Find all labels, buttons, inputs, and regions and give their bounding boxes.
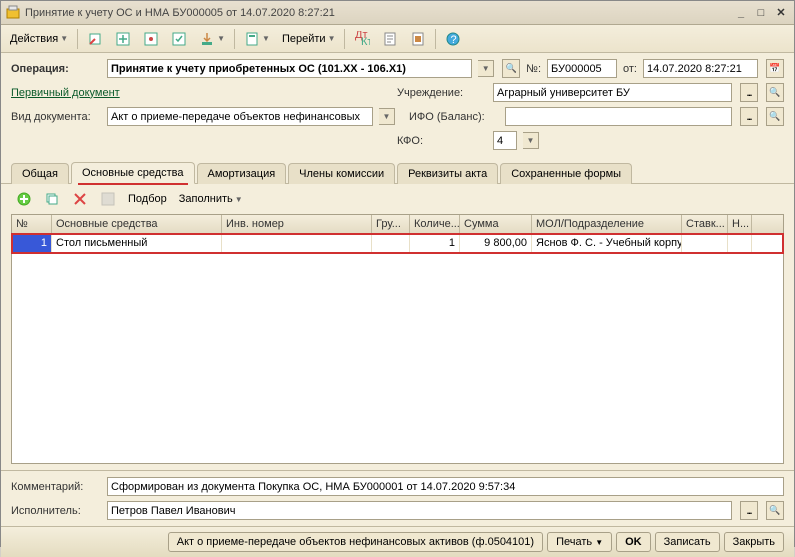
tab-amort[interactable]: Амортизация: [197, 163, 287, 184]
help-icon[interactable]: ?: [440, 28, 466, 50]
print-menu[interactable]: Печать ▼: [547, 532, 612, 552]
col-header[interactable]: №: [12, 215, 52, 233]
comment-label: Комментарий:: [11, 481, 101, 493]
fill-menu[interactable]: Заполнить▼: [174, 188, 248, 210]
operation-dropdown[interactable]: ▼: [478, 60, 494, 77]
close-form-button[interactable]: Закрыть: [724, 532, 784, 552]
svg-text:?: ?: [451, 34, 457, 46]
col-header[interactable]: МОЛ/Подразделение: [532, 215, 682, 233]
close-button[interactable]: ✕: [772, 5, 790, 21]
tab-requisites[interactable]: Реквизиты акта: [397, 163, 498, 184]
num-input[interactable]: БУ000005: [547, 59, 617, 78]
tb-icon-6[interactable]: ▼: [239, 28, 275, 50]
kfo-dropdown[interactable]: ▼: [523, 132, 539, 149]
cell[interactable]: 1: [12, 234, 52, 252]
doc-type-label: Вид документа:: [11, 111, 101, 123]
tb-icon-7[interactable]: [377, 28, 403, 50]
date-calendar-icon[interactable]: 📅: [766, 59, 784, 78]
window-title: Принятие к учету ОС и НМА БУ000005 от 14…: [25, 7, 730, 19]
cell[interactable]: 1: [410, 234, 460, 252]
podbor-button[interactable]: Подбор: [123, 188, 172, 210]
tb-icon-1[interactable]: [82, 28, 108, 50]
minimize-button[interactable]: _: [732, 5, 750, 21]
operation-label: Операция:: [11, 63, 101, 75]
kfo-label: КФО:: [397, 135, 487, 147]
table-row[interactable]: 1Стол письменный19 800,00Яснов Ф. С. - У…: [12, 234, 783, 253]
ok-button[interactable]: OK: [616, 532, 651, 552]
tb-icon-5[interactable]: ▼: [194, 28, 230, 50]
executor-search-icon[interactable]: 🔍: [766, 501, 784, 520]
col-header[interactable]: Гру...: [372, 215, 410, 233]
app-icon: [5, 5, 21, 21]
executor-label: Исполнитель:: [11, 505, 101, 517]
col-header[interactable]: Ставк...: [682, 215, 728, 233]
col-header[interactable]: Н...: [728, 215, 752, 233]
tb-icon-8[interactable]: [405, 28, 431, 50]
comment-input[interactable]: Сформирован из документа Покупка ОС, НМА…: [107, 477, 784, 496]
actions-menu[interactable]: Действия▼: [5, 28, 73, 50]
uchr-input[interactable]: Аграрный университет БУ: [493, 83, 732, 102]
cell[interactable]: Стол письменный: [52, 234, 222, 252]
ifo-label: ИФО (Баланс):: [409, 111, 499, 123]
uchr-select-button[interactable]: ...: [740, 83, 758, 102]
delete-row-icon[interactable]: [67, 188, 93, 210]
settings-icon[interactable]: [95, 188, 121, 210]
tb-icon-2[interactable]: [110, 28, 136, 50]
goto-menu[interactable]: Перейти▼: [277, 28, 341, 50]
cell[interactable]: 9 800,00: [460, 234, 532, 252]
uchr-label: Учреждение:: [397, 87, 487, 99]
operation-input[interactable]: Принятие к учету приобретенных ОС (101.Х…: [107, 59, 472, 78]
tb-icon-3[interactable]: [138, 28, 164, 50]
tab-bar: Общая Основные средства Амортизация Член…: [1, 161, 794, 183]
cell[interactable]: [372, 234, 410, 252]
date-input[interactable]: 14.07.2020 8:27:21: [643, 59, 758, 78]
svg-text:Кт: Кт: [361, 36, 370, 47]
maximize-button[interactable]: □: [752, 5, 770, 21]
col-header[interactable]: Количе...: [410, 215, 460, 233]
cell[interactable]: Яснов Ф. С. - Учебный корпус: [532, 234, 682, 252]
cell[interactable]: [682, 234, 728, 252]
col-header[interactable]: Сумма: [460, 215, 532, 233]
col-header[interactable]: Основные средства: [52, 215, 222, 233]
doc-type-dropdown[interactable]: ▼: [379, 108, 395, 125]
ifo-input[interactable]: [505, 107, 732, 126]
uchr-search-icon[interactable]: 🔍: [766, 83, 784, 102]
executor-select-button[interactable]: ...: [740, 501, 758, 520]
cell[interactable]: [728, 234, 752, 252]
num-label: №:: [526, 63, 541, 75]
copy-row-icon[interactable]: [39, 188, 65, 210]
act-button[interactable]: Акт о приеме-передаче объектов нефинансо…: [168, 532, 543, 552]
executor-input[interactable]: Петров Павел Иванович: [107, 501, 732, 520]
tab-os[interactable]: Основные средства: [71, 162, 195, 184]
ifo-search-icon[interactable]: 🔍: [766, 107, 784, 126]
date-label: от:: [623, 63, 637, 75]
os-grid: №Основные средстваИнв. номерГру...Количе…: [11, 214, 784, 464]
kfo-input[interactable]: 4: [493, 131, 517, 150]
tab-commission[interactable]: Члены комиссии: [288, 163, 395, 184]
tb-dtkt-icon[interactable]: ДтКт: [349, 28, 375, 50]
save-button[interactable]: Записать: [655, 532, 720, 552]
doc-type-input[interactable]: Акт о приеме-передаче объектов нефинансо…: [107, 107, 373, 126]
cell[interactable]: [222, 234, 372, 252]
add-row-icon[interactable]: [11, 188, 37, 210]
operation-search-icon[interactable]: 🔍: [502, 59, 520, 78]
col-header[interactable]: Инв. номер: [222, 215, 372, 233]
ifo-select-button[interactable]: ...: [740, 107, 758, 126]
tab-saved-forms[interactable]: Сохраненные формы: [500, 163, 632, 184]
tab-general[interactable]: Общая: [11, 163, 69, 184]
tb-icon-4[interactable]: [166, 28, 192, 50]
primary-doc-link[interactable]: Первичный документ: [11, 87, 120, 99]
